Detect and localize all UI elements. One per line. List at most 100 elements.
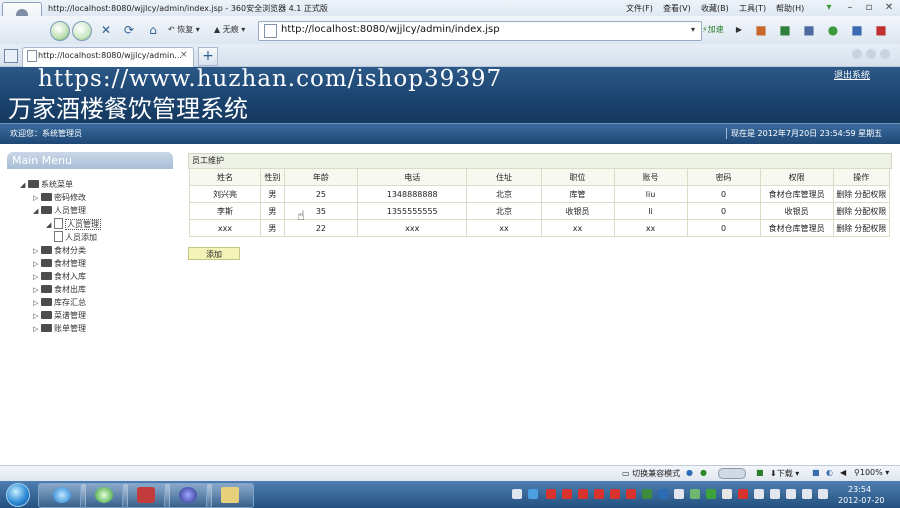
tree-item-ingredient-category[interactable]: ▷ 食材分类: [33, 245, 86, 258]
restore-button[interactable]: ↶ 恢复 ▾: [168, 22, 200, 38]
tray-app-icon[interactable]: [722, 489, 732, 499]
skin-dropdown-icon[interactable]: ▾: [822, 2, 836, 14]
private-mode-button[interactable]: ▲ 无痕 ▾: [214, 22, 245, 38]
maximize-button[interactable]: ▫: [862, 2, 876, 14]
tray-app-icon[interactable]: [690, 489, 700, 499]
sidebar-toggle-icon[interactable]: [4, 49, 18, 63]
tray-app-icon[interactable]: [658, 489, 668, 499]
tree-item-ingredient-manage[interactable]: ▷ 食材管理: [33, 258, 86, 271]
tree-item-staff-add[interactable]: 人员添加: [54, 231, 97, 244]
tree-item-recipes[interactable]: ▷ 菜谱管理: [33, 310, 86, 323]
menu-tools[interactable]: 工具(T): [739, 3, 766, 14]
add-staff-button[interactable]: 添加: [188, 247, 240, 260]
tray-qq-icon[interactable]: [578, 489, 588, 499]
assign-permission-link[interactable]: 分配权限: [854, 224, 886, 233]
taskbar-ie-button[interactable]: [38, 483, 86, 508]
taskbar-eclipse-button[interactable]: [164, 483, 212, 508]
taskbar-time[interactable]: 23:54: [848, 485, 871, 494]
go-icon[interactable]: ▶: [732, 23, 746, 37]
tree-item-stock-summary[interactable]: ▷ 库存汇总: [33, 297, 86, 310]
delete-link[interactable]: 删除: [836, 207, 852, 216]
menu-file[interactable]: 文件(F): [626, 3, 653, 14]
delete-link[interactable]: 删除: [836, 190, 852, 199]
menu-help[interactable]: 帮助(H): [776, 3, 804, 14]
cell-account: xx: [613, 219, 688, 237]
address-input[interactable]: http://localhost:8080/wjjlcy/admin/index…: [281, 24, 500, 35]
translate-icon[interactable]: ■: [778, 23, 792, 37]
toggle-switch[interactable]: [718, 468, 746, 479]
column-header-password: 密码: [686, 168, 761, 186]
tray-qq-icon[interactable]: [626, 489, 636, 499]
speed-icon[interactable]: ●: [700, 468, 707, 477]
tab-list-icon[interactable]: [880, 49, 890, 59]
tree-item-ingredient-in[interactable]: ▷ 食材入库: [33, 271, 86, 284]
tray-qq-icon[interactable]: [546, 489, 556, 499]
back-button[interactable]: ‹: [50, 21, 70, 41]
tray-360-icon[interactable]: [706, 489, 716, 499]
assign-permission-link[interactable]: 分配权限: [854, 190, 886, 199]
cell-address: xx: [466, 219, 542, 237]
taskbar-360-browser-button[interactable]: [80, 483, 128, 508]
tree-item-password[interactable]: ▷ 密码修改: [33, 192, 86, 205]
tree-item-ingredient-out[interactable]: ▷ 食材出库: [33, 284, 86, 297]
tree-item-bills[interactable]: ▷ 账单管理: [33, 323, 86, 336]
menu-view[interactable]: 查看(V): [663, 3, 691, 14]
new-tab-button[interactable]: +: [198, 47, 218, 66]
address-dropdown-icon[interactable]: ▾: [686, 23, 700, 37]
refresh-icon[interactable]: ⟳: [122, 23, 136, 37]
page-icon-status[interactable]: ■: [756, 468, 764, 477]
assign-permission-link[interactable]: 分配权限: [854, 207, 886, 216]
compat-mode-button[interactable]: ▭ 切换兼容模式: [622, 468, 680, 479]
ie-engine-icon[interactable]: ●: [686, 468, 693, 477]
screenshot-status-icon[interactable]: ■: [812, 468, 820, 477]
tray-network-icon[interactable]: [802, 489, 812, 499]
ie-icon: [53, 487, 71, 503]
collapsed-arrow-icon: ▷: [33, 286, 39, 294]
tree-root-system-menu[interactable]: ◢ 系统菜单: [20, 179, 73, 192]
mute-icon[interactable]: ◐: [826, 468, 833, 477]
extension-cube-icon[interactable]: ■: [754, 23, 768, 37]
tray-app-icon[interactable]: [786, 489, 796, 499]
tray-app-icon[interactable]: [770, 489, 780, 499]
home-icon[interactable]: ⌂: [146, 23, 160, 37]
delete-link[interactable]: 删除: [836, 224, 852, 233]
undo-icon: ↶: [168, 25, 175, 34]
taskbar-date[interactable]: 2012-07-20: [838, 496, 885, 505]
close-window-button[interactable]: ✕: [882, 2, 896, 14]
tray-app-icon[interactable]: [642, 489, 652, 499]
collapsed-arrow-icon: ▷: [33, 299, 39, 307]
menu-favorites[interactable]: 收藏(B): [701, 3, 729, 14]
tree-label: 人员添加: [65, 233, 97, 242]
minimize-button[interactable]: –: [843, 2, 857, 14]
tray-qq-icon[interactable]: [594, 489, 604, 499]
tray-volume-icon[interactable]: [818, 489, 828, 499]
logout-link[interactable]: 退出系统: [834, 68, 870, 81]
zoom-control[interactable]: ⚲100% ▾: [854, 468, 889, 477]
accelerate-button[interactable]: ⚡加速: [702, 22, 724, 38]
safety-icon[interactable]: ●: [826, 23, 840, 37]
tab-scroll-left-icon[interactable]: [852, 49, 862, 59]
app-store-icon[interactable]: ■: [850, 23, 864, 37]
tray-app-icon[interactable]: [674, 489, 684, 499]
forward-button[interactable]: ›: [72, 21, 92, 41]
folder-icon: [41, 272, 52, 280]
tray-app-icon[interactable]: [512, 489, 522, 499]
taskbar-explorer-button[interactable]: [206, 483, 254, 508]
taskbar-app-button[interactable]: [122, 483, 170, 508]
tab-scroll-right-icon[interactable]: [866, 49, 876, 59]
screenshot-icon[interactable]: ■: [802, 23, 816, 37]
tray-qq-icon[interactable]: [610, 489, 620, 499]
toolbox-icon[interactable]: ■: [874, 23, 888, 37]
tree-item-staff[interactable]: ◢ 人员管理: [33, 205, 86, 218]
tab-close-icon[interactable]: ×: [180, 50, 188, 60]
start-button[interactable]: [6, 483, 30, 507]
volume-icon[interactable]: ◀: [840, 468, 846, 477]
tree-item-staff-manage[interactable]: ◢ 人员管理: [46, 218, 101, 231]
tray-app-icon[interactable]: [528, 489, 538, 499]
download-button[interactable]: ⬇下载 ▾: [770, 468, 799, 479]
tray-app-icon[interactable]: [738, 489, 748, 499]
stop-icon[interactable]: ✕: [99, 23, 113, 37]
tray-qq-icon[interactable]: [562, 489, 572, 499]
compat-mode-icon: ▭: [622, 469, 630, 478]
tray-app-icon[interactable]: [754, 489, 764, 499]
